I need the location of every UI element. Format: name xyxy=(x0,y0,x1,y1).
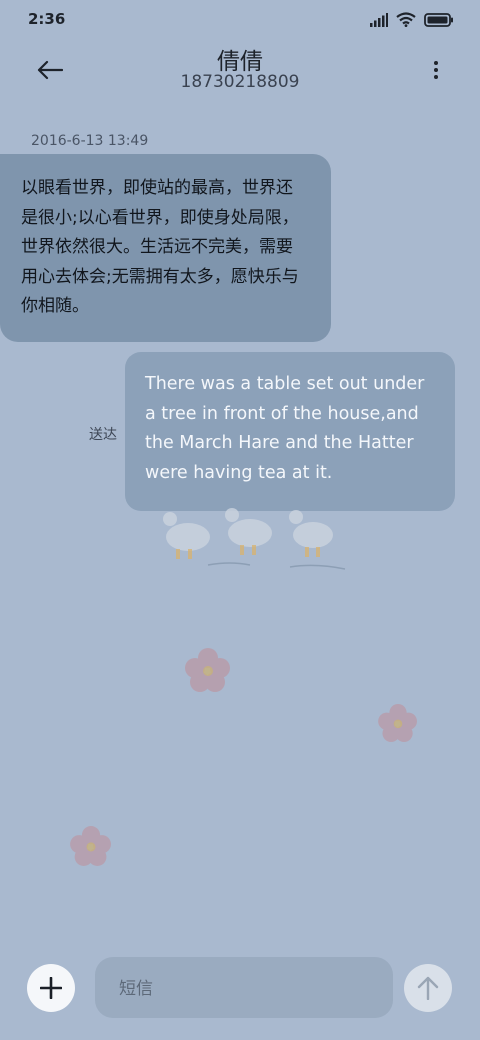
flower-decoration-icon xyxy=(378,704,417,742)
outgoing-message-bubble[interactable]: There was a table set out under a tree i… xyxy=(125,352,455,511)
status-time: 2:36 xyxy=(28,10,66,28)
conversation-header: 倩倩 18730218809 xyxy=(0,40,480,100)
more-vertical-icon xyxy=(434,61,438,65)
contact-number: 18730218809 xyxy=(180,72,300,92)
message-composer xyxy=(0,955,480,1025)
contact-name: 倩倩 xyxy=(217,49,263,75)
message-timestamp: 2016-6-13 13:49 xyxy=(31,133,149,149)
signal-icon xyxy=(370,12,388,31)
plus-icon xyxy=(40,977,62,999)
status-bar: 2:36 xyxy=(0,0,480,40)
flower-decoration-icon xyxy=(70,826,111,866)
send-button[interactable] xyxy=(404,964,452,1012)
send-arrow-icon xyxy=(417,976,439,1000)
status-icons xyxy=(370,12,454,31)
geese-wallpaper-illustration xyxy=(163,508,346,570)
flower-decoration-icon xyxy=(185,648,230,692)
wifi-icon xyxy=(396,12,416,31)
battery-icon xyxy=(424,12,454,31)
message-input[interactable] xyxy=(117,957,381,1020)
incoming-message-bubble[interactable]: 以眼看世界，即使站的最高，世界还是很小;以心看世界，即使身处局限，世界依然很大。… xyxy=(0,154,331,342)
add-attachment-button[interactable] xyxy=(27,964,75,1012)
delivery-status: 送达 xyxy=(89,427,117,443)
more-options-button[interactable] xyxy=(428,54,444,86)
message-input-field[interactable] xyxy=(95,957,393,1020)
